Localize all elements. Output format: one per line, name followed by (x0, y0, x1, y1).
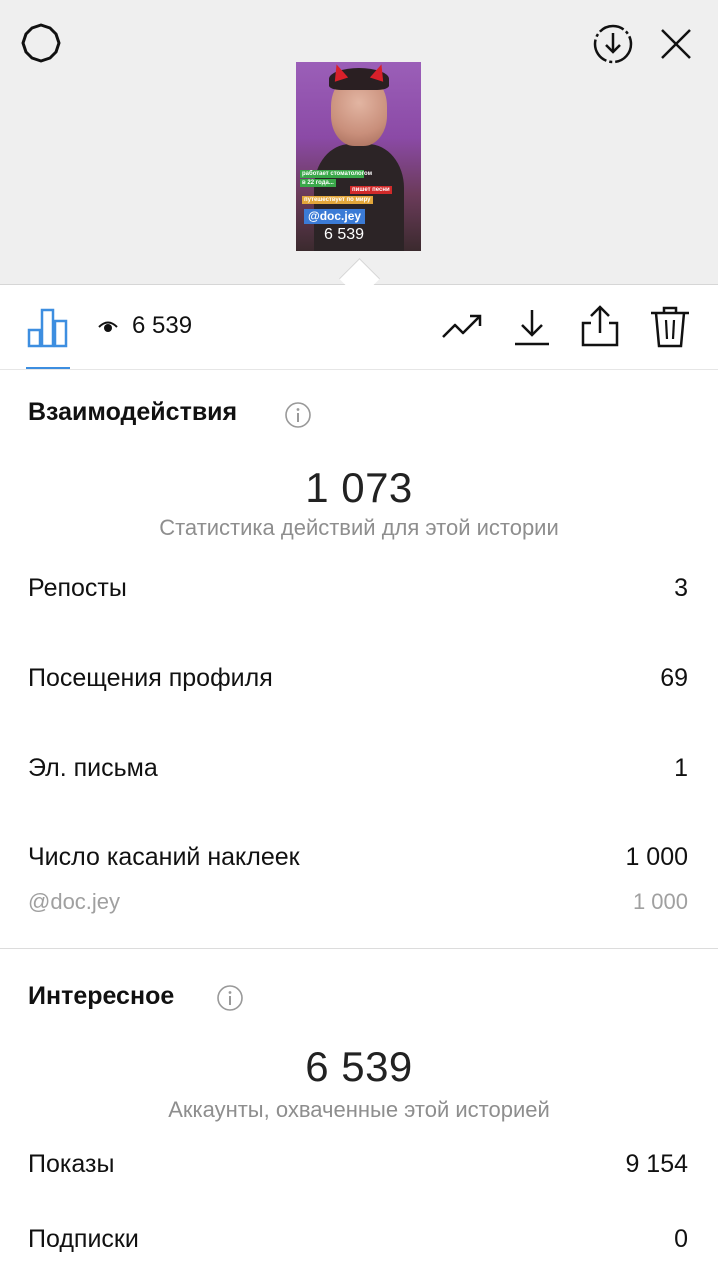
story-toolbar: 6 539 (0, 285, 718, 370)
story-preview-header: работает стоматологом в 22 года... пишет… (0, 0, 718, 285)
profile-visits-label: Посещения профиля (28, 664, 273, 692)
info-icon[interactable] (284, 401, 312, 429)
thumbnail-sticker: путешествует по миру (302, 196, 373, 204)
story-thumbnail[interactable]: работает стоматологом в 22 года... пишет… (296, 62, 421, 251)
views-count: 6 539 (132, 312, 193, 339)
sticker-taps-value: 1 000 (625, 843, 688, 871)
trash-icon[interactable] (648, 303, 692, 349)
eye-icon (98, 321, 118, 332)
follows-label: Подписки (28, 1225, 139, 1253)
active-tab-indicator (26, 367, 70, 369)
info-icon[interactable] (216, 984, 244, 1012)
discovery-total: 6 539 (305, 1043, 413, 1090)
section-divider (0, 948, 718, 949)
discovery-subtitle: Аккаунты, охваченные этой историей (168, 1097, 550, 1122)
download-circle-icon[interactable] (591, 22, 635, 66)
thumbnail-sticker: работает стоматологом (300, 170, 373, 178)
close-icon[interactable] (656, 24, 696, 64)
trending-up-icon[interactable] (440, 307, 484, 347)
download-icon[interactable] (510, 305, 554, 349)
sticker-mention-label: @doc.jey (28, 889, 121, 914)
sticker-taps-label: Число касаний наклеек (28, 843, 300, 871)
impressions-value: 9 154 (625, 1150, 688, 1178)
interactions-total: 1 073 (305, 464, 413, 511)
interactions-subtitle: Статистика действий для этой истории (159, 515, 559, 540)
emails-value: 1 (674, 754, 688, 782)
profile-visits-value: 69 (660, 664, 688, 692)
follows-value: 0 (674, 1225, 688, 1253)
share-icon[interactable] (578, 303, 622, 349)
settings-gear-icon[interactable] (20, 22, 62, 64)
sticker-mention-value: 1 000 (632, 889, 688, 914)
discovery-title: Интересное (28, 982, 175, 1010)
impressions-label: Показы (28, 1150, 115, 1178)
thumbnail-mention-sticker: @doc.jey (304, 209, 366, 224)
reposts-value: 3 (674, 574, 688, 602)
reposts-label: Репосты (28, 574, 127, 602)
interactions-title: Взаимодействия (28, 398, 238, 426)
emails-label: Эл. письма (28, 754, 158, 782)
thumbnail-view-count: 6 539 (324, 226, 365, 243)
thumbnail-sticker: в 22 года... (300, 179, 336, 187)
thumbnail-sticker: пишет песни (350, 186, 392, 194)
bar-chart-icon[interactable] (26, 305, 70, 349)
